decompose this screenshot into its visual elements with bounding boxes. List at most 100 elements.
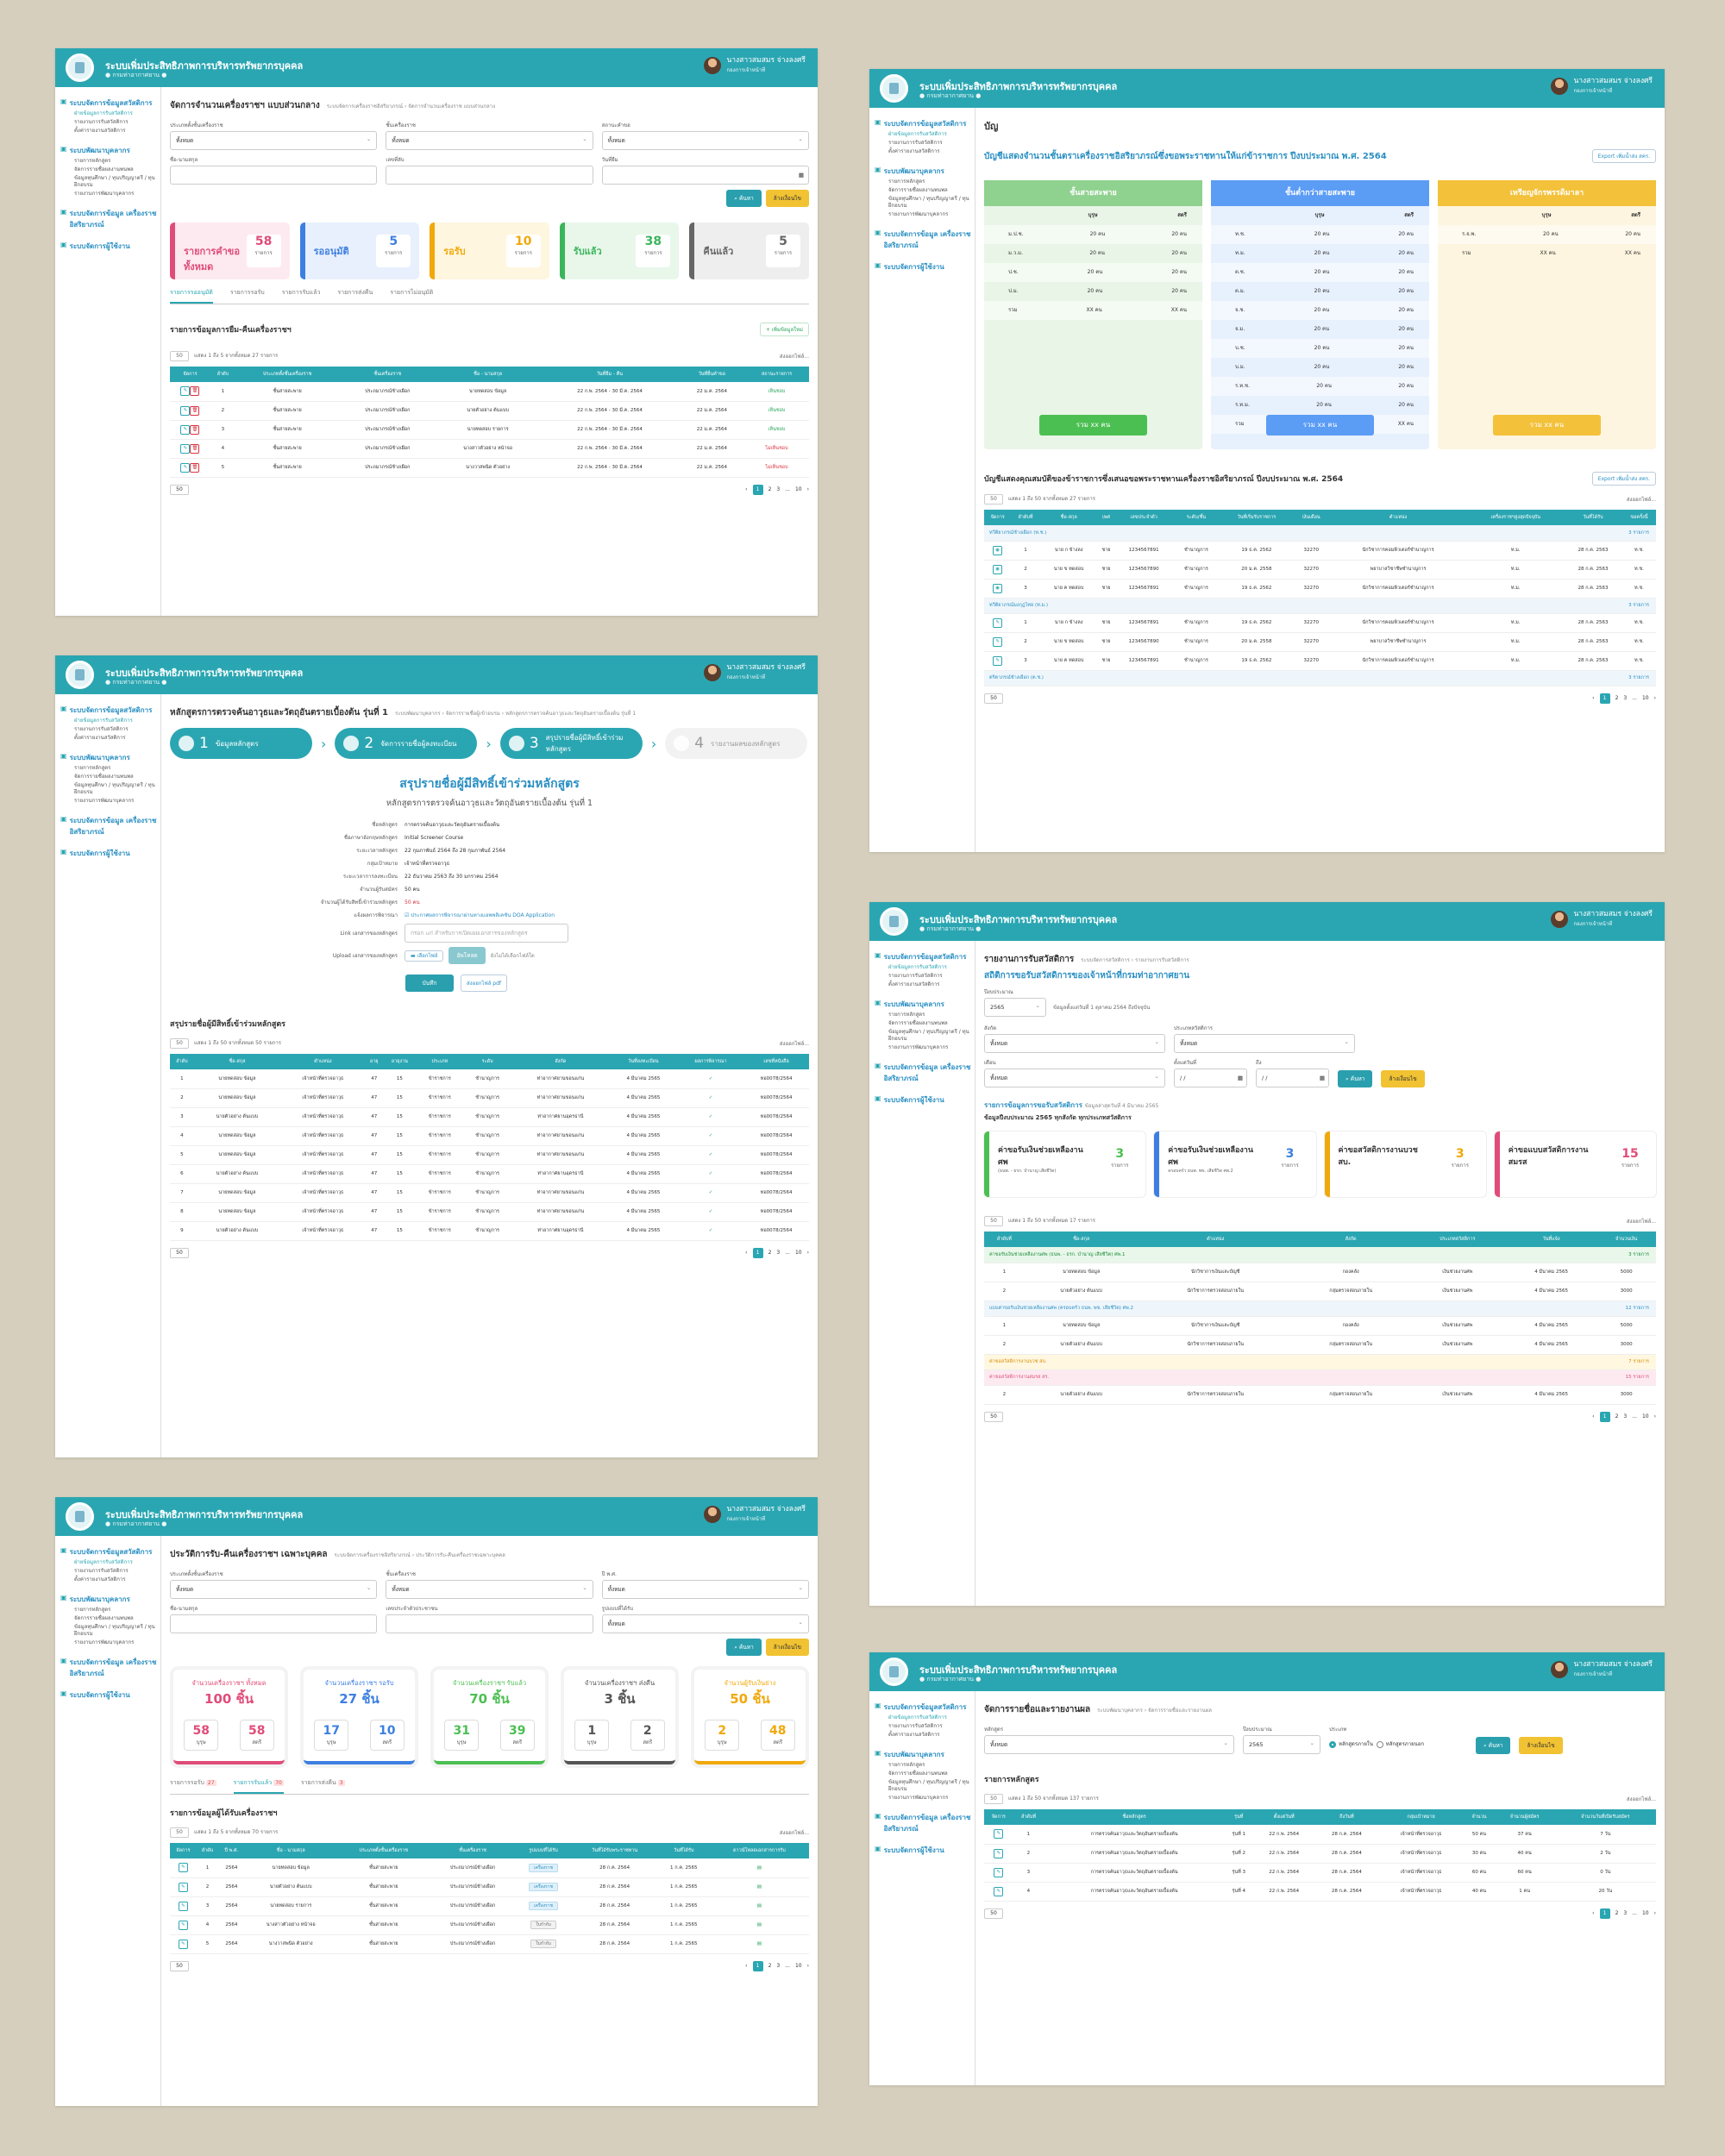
sidebar-subitem[interactable]: จัดการรายชื่อผลงานพนพล (74, 1615, 160, 1622)
status-card[interactable]: รับแล้ว 38 รายการ (559, 222, 680, 279)
sidebar-item-development[interactable]: ▣ ระบบพัฒนาบุคลากร (60, 145, 160, 156)
export-dropdown[interactable]: ส่งออกไฟล์... (780, 1828, 809, 1837)
edit-icon[interactable]: ✎ (180, 386, 191, 397)
sidebar-subitem[interactable]: ตั้งค่ารายงานสวัสดิการ (74, 1576, 160, 1583)
sidebar-item-users[interactable]: ▣ ระบบจัดการผู้ใช้งาน (60, 241, 160, 252)
sidebar-subitem[interactable]: รายงานการพัฒนาบุคลากร (888, 211, 975, 218)
edit-icon[interactable]: ✎ (178, 1901, 188, 1911)
sidebar-subitem[interactable]: จัดการรายชื่อผลงานพนพล (888, 1020, 975, 1027)
step-1[interactable]: 1 ข้อมูลหลักสูตร (170, 728, 312, 759)
sidebar-item-users[interactable]: ▣ ระบบจัดการผู้ใช้งาน (60, 848, 160, 859)
user-menu[interactable]: นางสาวสมสมร จ่างลงศรี กองการเจ้าหน้าที่ (704, 663, 806, 682)
search-button[interactable]: ⌕ ค้นหา (1338, 1070, 1373, 1087)
user-menu[interactable]: นางสาวสมสมร จ่างลงศรี กองการเจ้าหน้าที่ (704, 56, 806, 75)
edit-icon[interactable]: ✎ (180, 405, 191, 416)
prev-page[interactable]: ‹ (745, 1250, 747, 1256)
page-size-select[interactable]: 50 (170, 1247, 189, 1258)
status-card[interactable]: รออนุมัติ 5 รายการ (299, 222, 420, 279)
trash-icon[interactable]: 🗑 (190, 443, 200, 454)
page-1[interactable]: 1 (1599, 693, 1610, 704)
page-1[interactable]: 1 (1599, 1908, 1610, 1919)
page-last[interactable]: 10 (1642, 1413, 1649, 1420)
app-logo[interactable] (880, 907, 908, 936)
sidebar-item-welfare[interactable]: ▣ ระบบจัดการข้อมูลสวัสดิการ (875, 951, 975, 962)
tab-1[interactable]: รายการรับแล้ว 70 (233, 1778, 284, 1794)
search-button[interactable]: ⌕ ค้นหา (726, 1639, 762, 1656)
sidebar-item-decoration[interactable]: ▣ ระบบจัดการข้อมูล เครื่องราชอิสริยาภรณ์ (875, 1062, 975, 1084)
add-button[interactable]: + เพิ่มข้อมูลใหม่ (759, 323, 809, 336)
class-select[interactable]: ทั้งหมด (386, 130, 593, 150)
sidebar-item-decoration[interactable]: ▣ ระบบจัดการข้อมูล เครื่องราชอิสริยาภรณ์ (60, 208, 160, 230)
sidebar-item-welfare[interactable]: ▣ ระบบจัดการข้อมูลสวัสดิการ (60, 1546, 160, 1557)
page-3[interactable]: 3 (1623, 1910, 1627, 1916)
sidebar-item-decoration[interactable]: ▣ ระบบจัดการข้อมูล เครื่องราชอิสริยาภรณ์ (875, 1812, 975, 1834)
edit-icon[interactable]: ✎ (993, 617, 1003, 628)
page-size-select[interactable]: 50 (984, 693, 1003, 704)
page-2[interactable]: 2 (1615, 1413, 1619, 1420)
next-page[interactable]: › (1654, 1910, 1656, 1916)
sidebar-subitem[interactable]: รายงานการรับสวัสดิการ (74, 726, 160, 733)
page-last[interactable]: 10 (1642, 1910, 1649, 1916)
edit-icon[interactable]: ✎ (178, 1939, 188, 1949)
app-logo[interactable] (880, 74, 908, 103)
sidebar-subitem[interactable]: รายการหลักสูตร (74, 1607, 160, 1614)
sidebar-subitem[interactable]: ข้อมูลทุนศึกษา / ทุนปริญญาตรี / ทุนฝึกอบ… (888, 196, 975, 210)
user-menu[interactable]: นางสาวสมสมร จ่างลงศรี กองการเจ้าหน้าที่ (1551, 77, 1653, 96)
date-input[interactable]: ▦ (601, 166, 809, 185)
year-select[interactable]: 2565 (984, 997, 1046, 1017)
stat-card[interactable]: จำนวนผู้รับเงินย่าง 50 ชิ้น 2 บุรุษ 48 สตรี (694, 1670, 806, 1764)
sidebar-subitem[interactable]: จัดการรายชื่อผลงานพนพล (888, 1771, 975, 1777)
page-size-select[interactable]: 50 (984, 494, 1003, 505)
sidebar-subitem[interactable]: ตั้งค่ารายงานสวัสดิการ (74, 128, 160, 135)
class-select[interactable]: ทั้งหมด (386, 1579, 593, 1599)
sidebar-subitem[interactable]: รายงานการรับสวัสดิการ (888, 140, 975, 147)
avatar[interactable] (1551, 911, 1569, 928)
stat-card[interactable]: จำนวนเครื่องราชฯ ทั้งหมด 100 ชิ้น 58 บุรุษ 5… (173, 1670, 285, 1764)
view-icon[interactable]: ◉ (993, 583, 1003, 593)
page-last[interactable]: 10 (795, 1963, 802, 1969)
tab-0[interactable]: รายการรออนุมัติ (170, 288, 213, 304)
page-2[interactable]: 2 (768, 1250, 772, 1256)
next-page[interactable]: › (1654, 695, 1656, 701)
next-page[interactable]: › (807, 1250, 809, 1256)
sidebar-item-decoration[interactable]: ▣ ระบบจัดการข้อมูล เครื่องราชอิสริยาภรณ์ (60, 1657, 160, 1679)
user-menu[interactable]: นางสาวสมสมร จ่างลงศรี กองการเจ้าหน้าที่ (1551, 910, 1653, 929)
page-size-select[interactable]: 50 (984, 1216, 1003, 1226)
group-row[interactable]: ค่าขอสวัสดิการงานสมรส สร. 15 รายการ (984, 1369, 1656, 1386)
status-card[interactable]: รายการคำขอทั้งหมด 58 รายการ (170, 222, 290, 279)
sidebar-subitem[interactable]: รายการหลักสูตร (888, 1762, 975, 1769)
tab-2[interactable]: รายการรับแล้ว (282, 288, 321, 304)
course-select[interactable]: ทั้งหมด (984, 1734, 1234, 1754)
sidebar-subitem[interactable]: รายงานการรับสวัสดิการ (74, 119, 160, 126)
page-3[interactable]: 3 (1623, 1413, 1627, 1420)
prev-page[interactable]: ‹ (1592, 1910, 1594, 1916)
edit-icon[interactable]: ✎ (993, 636, 1003, 647)
next-page[interactable]: › (807, 486, 809, 492)
sidebar-subitem[interactable]: รายการหลักสูตร (74, 158, 160, 165)
sidebar-item-welfare[interactable]: ▣ ระบบจัดการข้อมูลสวัสดิการ (875, 1702, 975, 1713)
sidebar-subitem[interactable]: ฝ่ายข้อมูลการรับสวัสดิการ (74, 110, 160, 117)
clear-button[interactable]: ล้างเงื่อนไข (1381, 1070, 1425, 1087)
radio-external[interactable] (1376, 1740, 1383, 1748)
step-2[interactable]: 2 จัดการรายชื่อผู้ลงทะเบียน (335, 728, 478, 759)
to-date-input[interactable]: / / ▦ (1256, 1069, 1329, 1087)
sidebar-subitem[interactable]: รายงานการรับสวัสดิการ (74, 1568, 160, 1575)
app-logo[interactable] (66, 53, 94, 82)
edit-icon[interactable]: ✎ (180, 443, 191, 454)
sidebar-subitem[interactable]: ข้อมูลทุนศึกษา / ทุนปริญญาตรี / ทุนฝึกอบ… (74, 175, 160, 189)
avatar[interactable] (1551, 78, 1569, 95)
group-row[interactable]: ตริตาภรณ์ช้างเผือก (ต.ช.) 3 รายการ (984, 670, 1656, 686)
sidebar-subitem[interactable]: รายงานการรับสวัสดิการ (888, 973, 975, 980)
sidebar-subitem[interactable]: ฝ่ายข้อมูลการรับสวัสดิการ (74, 1559, 160, 1566)
sidebar-subitem[interactable]: ฝ่ายข้อมูลการรับสวัสดิการ (888, 1714, 975, 1721)
user-menu[interactable]: นางสาวสมสมร จ่างลงศรี กองการเจ้าหน้าที่ (704, 1505, 806, 1524)
page-2[interactable]: 2 (1615, 695, 1619, 701)
tab-1[interactable]: รายการรอรับ (230, 288, 265, 304)
sidebar-subitem[interactable]: ฝ่ายข้อมูลการรับสวัสดิการ (888, 131, 975, 138)
page-last[interactable]: 10 (795, 1250, 802, 1256)
welfare-card[interactable]: ค่าขอสวัสดิการงานบวช สบ. 3 รายการ (1324, 1131, 1486, 1197)
sidebar-item-users[interactable]: ▣ ระบบจัดการผู้ใช้งาน (875, 261, 975, 273)
stat-card[interactable]: จำนวนเครื่องราชฯ รับแล้ว 70 ชิ้น 31 บุรุษ 39… (434, 1670, 545, 1764)
sidebar-subitem[interactable]: ข้อมูลทุนศึกษา / ทุนปริญญาตรี / ทุนฝึกอบ… (74, 1624, 160, 1638)
sidebar-subitem[interactable]: จัดการรายชื่อผลงานพนพล (74, 166, 160, 173)
